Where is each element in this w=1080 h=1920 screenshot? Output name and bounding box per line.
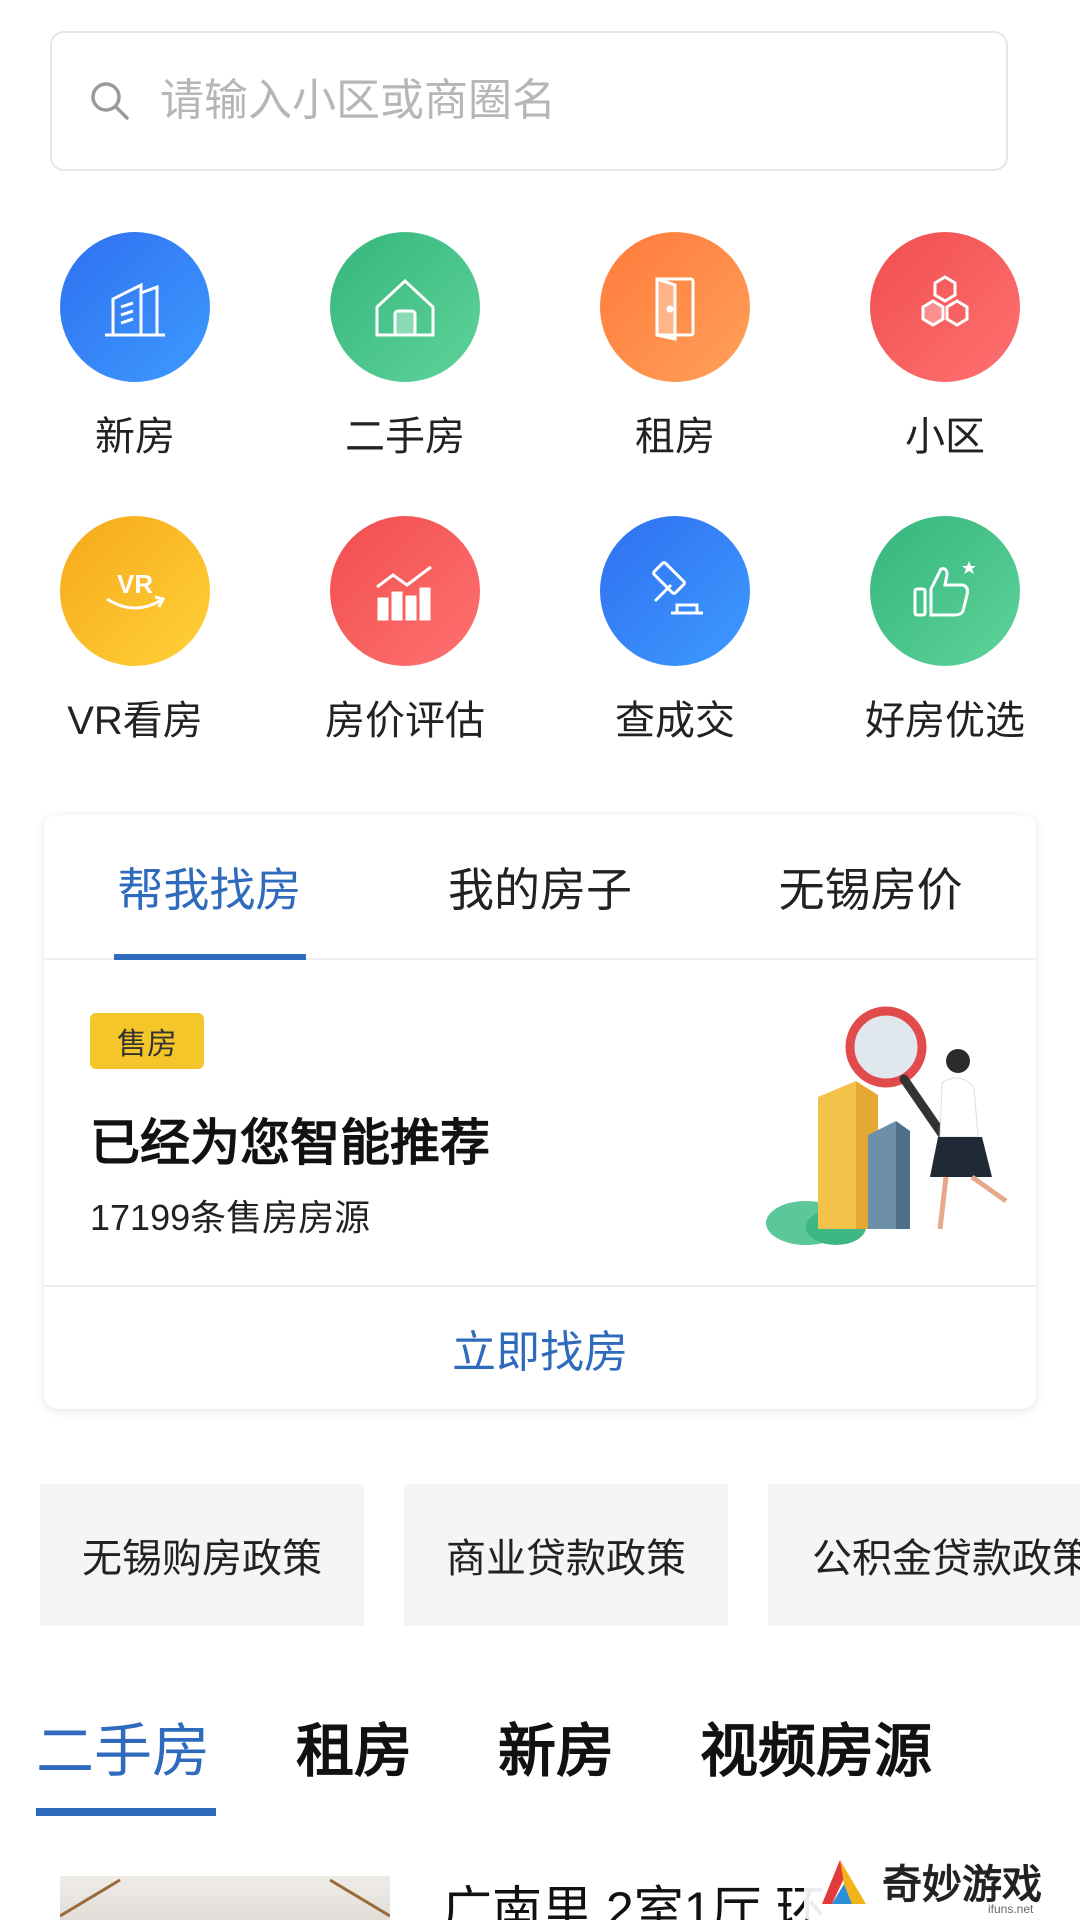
magnifier-illustration bbox=[766, 1006, 1008, 1245]
feature-selected[interactable]: 好房优选 bbox=[810, 516, 1080, 800]
watermark-icon bbox=[822, 1860, 866, 1904]
door-icon bbox=[600, 232, 750, 382]
listing-thumbnail[interactable] bbox=[60, 1876, 390, 1920]
policy-chip[interactable]: 商业贷款政策 bbox=[404, 1484, 728, 1626]
feature-grid: 新房 二手房 租房 小区 VR VR看房 房价评估 查成交 好房优选 bbox=[0, 232, 1080, 800]
watermark-text: 奇妙游戏网 bbox=[882, 1863, 1042, 1907]
search-bar[interactable] bbox=[50, 31, 1008, 171]
listing-title[interactable]: 广南里 2室1厅 环 bbox=[442, 1870, 825, 1920]
feature-label: 好房优选 bbox=[865, 699, 1025, 743]
bar-chart-trend-icon bbox=[330, 516, 480, 666]
listing-tabs: 二手房 租房 新房 视频房源 bbox=[36, 1704, 1018, 1816]
tab-new-house[interactable]: 新房 bbox=[498, 1704, 614, 1788]
feature-community[interactable]: 小区 bbox=[810, 232, 1080, 516]
feature-label: 小区 bbox=[905, 415, 985, 459]
tab-my-house[interactable]: 我的房子 bbox=[375, 815, 706, 958]
search-icon bbox=[91, 82, 129, 120]
feature-rent[interactable]: 租房 bbox=[540, 232, 810, 516]
feature-label: 二手房 bbox=[345, 415, 465, 459]
feature-valuation[interactable]: 房价评估 bbox=[270, 516, 540, 800]
watermark-sub: ifuns.net bbox=[988, 1902, 1034, 1916]
feature-vr[interactable]: VR VR看房 bbox=[0, 516, 270, 800]
feature-label: 新房 bbox=[95, 415, 175, 459]
feature-row: VR VR看房 房价评估 查成交 好房优选 bbox=[0, 516, 1080, 800]
tab-rent[interactable]: 租房 bbox=[296, 1704, 412, 1788]
hexagon-cluster-icon bbox=[870, 232, 1020, 382]
policy-strip: 无锡购房政策 商业贷款政策 公积金贷款政策 bbox=[40, 1484, 1080, 1626]
building-icon bbox=[60, 232, 210, 382]
policy-chip[interactable]: 无锡购房政策 bbox=[40, 1484, 364, 1626]
feature-row: 新房 二手房 租房 小区 bbox=[0, 232, 1080, 516]
sale-tag: 售房 bbox=[90, 1013, 204, 1069]
thumbs-up-icon bbox=[870, 516, 1020, 666]
house-icon bbox=[330, 232, 480, 382]
feature-label: 查成交 bbox=[615, 699, 735, 743]
recommend-card: 帮我找房 我的房子 无锡房价 售房 已经为您智能推荐 17199条售房房源 立即… bbox=[44, 815, 1036, 1409]
feature-deals[interactable]: 查成交 bbox=[540, 516, 810, 800]
policy-chip[interactable]: 公积金贷款政策 bbox=[768, 1484, 1080, 1626]
listing-count: 17199条售房房源 bbox=[90, 1197, 371, 1238]
feature-label: 租房 bbox=[635, 415, 715, 459]
vr-icon: VR bbox=[60, 516, 210, 666]
card-tabs: 帮我找房 我的房子 无锡房价 bbox=[44, 815, 1036, 960]
find-house-button[interactable]: 立即找房 bbox=[44, 1287, 1036, 1409]
gavel-icon bbox=[600, 516, 750, 666]
recommend-title: 已经为您智能推荐 bbox=[90, 1115, 490, 1171]
feature-label: VR看房 bbox=[67, 699, 203, 743]
feature-new-house[interactable]: 新房 bbox=[0, 232, 270, 516]
feature-second-hand[interactable]: 二手房 bbox=[270, 232, 540, 516]
tab-second-hand[interactable]: 二手房 bbox=[36, 1704, 217, 1816]
tab-video-listings[interactable]: 视频房源 bbox=[700, 1704, 932, 1788]
search-input[interactable] bbox=[160, 76, 920, 126]
tab-wuxi-price[interactable]: 无锡房价 bbox=[705, 815, 1036, 958]
svg-text:VR: VR bbox=[117, 569, 153, 599]
feature-label: 房价评估 bbox=[325, 699, 485, 743]
tab-help-find[interactable]: 帮我找房 bbox=[44, 815, 375, 960]
watermark-logo: 奇妙游戏网 ifuns.net bbox=[804, 1848, 1074, 1920]
